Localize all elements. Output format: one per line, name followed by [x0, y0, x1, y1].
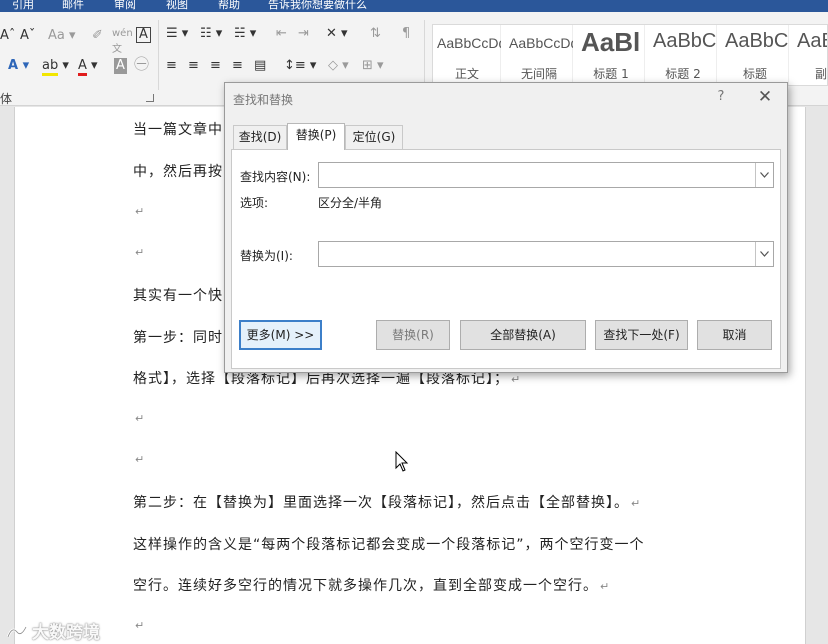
find-dropdown-button[interactable] — [755, 163, 773, 187]
paragraph-mark: ↵ — [135, 205, 146, 218]
styles-gallery: AaBbCcDd 正文 AaBbCcDd 无间隔 AaBl 标题 1 AaBbC… — [432, 24, 828, 86]
distributed-icon[interactable]: ▤ — [254, 58, 266, 74]
highlight-icon[interactable]: ab ▾ — [42, 58, 69, 76]
doc-line: 第一步：同时 — [133, 330, 223, 346]
align-right-icon[interactable]: ≡ — [210, 58, 221, 74]
font-color-icon[interactable]: A ▾ — [78, 58, 98, 76]
doc-line: 空行。连续好多空行的情况下就多操作几次，直到全部变成一个空行。 ↵ — [133, 578, 611, 594]
doc-line: 其实有一个快 — [133, 288, 223, 304]
clear-format-icon[interactable]: ✐ — [92, 28, 103, 44]
char-border-icon[interactable]: A — [136, 27, 151, 43]
style-no-spacing[interactable]: AaBbCcDd 无间隔 — [505, 25, 573, 85]
cancel-button[interactable]: 取消 — [697, 320, 772, 350]
borders-icon[interactable]: ⊞ ▾ — [362, 58, 384, 74]
paragraph-mark: ↵ — [135, 246, 146, 259]
tab-find[interactable]: 查找(D) — [233, 125, 287, 149]
style-title[interactable]: AaBbC 标题 — [721, 25, 789, 85]
font-group-label: 体 — [0, 92, 13, 106]
line-spacing-icon[interactable]: ↕≡ ▾ — [284, 58, 316, 74]
increase-indent-icon[interactable]: ⇥ — [298, 26, 309, 42]
sort-icon[interactable]: ⇅ — [370, 26, 381, 42]
char-shading-icon[interactable]: A — [114, 58, 127, 74]
change-case-icon[interactable]: Aa ▾ — [48, 28, 76, 44]
find-label: 查找内容(N): — [240, 170, 311, 184]
numbering-icon[interactable]: ☷ ▾ — [200, 26, 222, 42]
replace-button[interactable]: 替换(R) — [376, 320, 450, 350]
watermark: 大数跨境 — [6, 618, 100, 643]
multilevel-list-icon[interactable]: ☵ ▾ — [234, 26, 256, 42]
tell-me-search[interactable]: 告诉我你想要做什么 — [268, 0, 367, 12]
doc-line: 中，然后再按 — [133, 164, 223, 180]
close-icon[interactable]: ✕ — [755, 87, 775, 107]
dialog-title: 查找和替换 — [233, 93, 294, 107]
find-next-button[interactable]: 查找下一处(F) — [595, 320, 688, 350]
justify-icon[interactable]: ≡ — [232, 58, 243, 74]
title-bar: 引用 邮件 审阅 视图 帮助 告诉我你想要做什么 — [0, 0, 828, 12]
tab-review[interactable]: 审阅 — [114, 0, 136, 12]
doc-line: 当一篇文章中 — [133, 122, 223, 138]
style-normal[interactable]: AaBbCcDd 正文 — [433, 25, 501, 85]
more-button[interactable]: 更多(M) >> — [239, 320, 322, 350]
decrease-indent-icon[interactable]: ⇤ — [276, 26, 287, 42]
style-heading-1[interactable]: AaBl 标题 1 — [577, 25, 645, 85]
doc-line: ↵ — [133, 203, 145, 219]
ribbon-divider — [158, 20, 159, 90]
watermark-logo-icon — [6, 626, 28, 638]
doc-line: 第二步：在【替换为】里面选择一次【段落标记】，然后点击【全部替换】。 ↵ — [133, 495, 642, 511]
find-replace-dialog: 查找和替换 ? ✕ 查找(D) 替换(P) 定位(G) 查找内容(N): 选项:… — [224, 82, 788, 373]
bullets-icon[interactable]: ☰ ▾ — [166, 26, 188, 42]
help-icon[interactable]: ? — [714, 89, 728, 104]
replace-all-button[interactable]: 全部替换(A) — [460, 320, 586, 350]
paragraph-mark: ↵ — [135, 412, 146, 425]
replace-combobox[interactable] — [318, 241, 774, 267]
paragraph-mark: ↵ — [135, 453, 146, 466]
mouse-pointer-icon — [395, 451, 409, 472]
chinese-layout-icon[interactable]: ✕ ▾ — [326, 26, 348, 42]
shading-icon[interactable]: ◇ ▾ — [328, 58, 349, 74]
phonetic-guide-icon[interactable]: wén 文 — [112, 26, 133, 58]
paragraph-mark: ↵ — [135, 619, 146, 632]
doc-line: ↵ — [133, 410, 145, 426]
tab-references[interactable]: 引用 — [12, 0, 34, 12]
replace-input[interactable] — [321, 244, 751, 264]
text-effects-icon[interactable]: A ▾ — [8, 58, 29, 74]
replace-label: 替换为(I): — [240, 249, 293, 263]
find-input[interactable] — [321, 165, 751, 185]
align-left-icon[interactable]: ≡ — [166, 58, 177, 74]
doc-line: 这样操作的含义是“每两个段落标记都会变成一个段落标记”，两个空行变一个 — [133, 537, 645, 553]
ribbon-divider — [424, 20, 425, 90]
options-value: 区分全/半角 — [318, 196, 383, 210]
options-label: 选项: — [240, 196, 269, 210]
tab-mailings[interactable]: 邮件 — [62, 0, 84, 12]
find-combobox[interactable] — [318, 162, 774, 188]
style-subtitle[interactable]: AaB 副标 — [793, 25, 827, 85]
font-dialog-launcher-icon[interactable] — [146, 94, 154, 102]
tab-view[interactable]: 视图 — [166, 0, 188, 12]
show-marks-icon[interactable]: ¶ — [402, 26, 410, 42]
enclose-char-icon[interactable]: ㊀ — [134, 56, 149, 72]
align-center-icon[interactable]: ≡ — [188, 58, 199, 74]
tab-replace[interactable]: 替换(P) — [287, 123, 345, 150]
shrink-font-icon[interactable]: Aˇ — [20, 28, 35, 44]
chevron-down-icon — [760, 172, 769, 178]
paragraph-mark: ↵ — [631, 497, 642, 510]
style-heading-2[interactable]: AaBbC 标题 2 — [649, 25, 717, 85]
chevron-down-icon — [760, 251, 769, 257]
grow-font-icon[interactable]: Aˆ — [0, 28, 15, 44]
tab-help[interactable]: 帮助 — [218, 0, 240, 12]
doc-line: ↵ — [133, 451, 145, 467]
replace-dropdown-button[interactable] — [755, 242, 773, 266]
paragraph-mark: ↵ — [600, 580, 611, 593]
doc-line: ↵ — [133, 244, 145, 260]
doc-line: ↵ — [133, 617, 145, 633]
paragraph-mark: ↵ — [511, 373, 522, 386]
tab-goto[interactable]: 定位(G) — [345, 125, 403, 149]
